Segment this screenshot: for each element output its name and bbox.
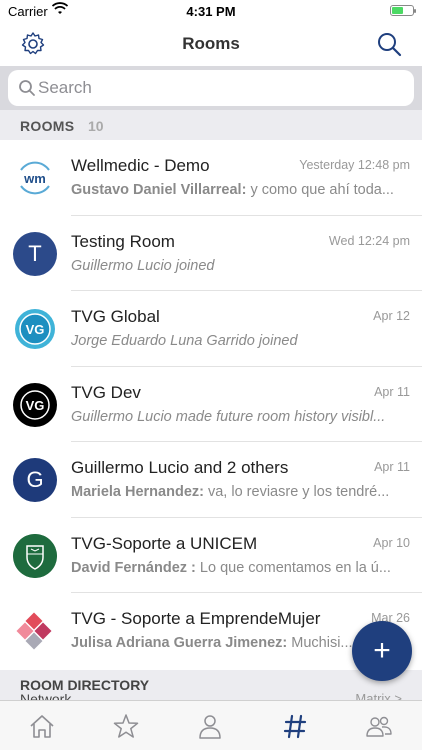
message-text: Muchisi...: [287, 635, 353, 651]
message-sender: Julisa Adriana Guerra Jimenez:: [71, 635, 288, 651]
search-icon[interactable]: [376, 31, 402, 57]
room-last-message: Jorge Eduardo Luna Garrido joined: [71, 333, 298, 349]
tab-bar: [0, 700, 422, 750]
star-icon[interactable]: [111, 711, 141, 741]
room-avatar: G: [13, 458, 57, 502]
rooms-section-header: ROOMS 10: [0, 110, 422, 140]
magnifier-icon: [19, 80, 35, 96]
room-avatar: T: [13, 231, 57, 276]
room-avatar: VG: [13, 382, 57, 427]
room-date: Wed 12:24 pm: [328, 233, 410, 248]
home-icon[interactable]: [27, 711, 57, 741]
hashtag-icon[interactable]: [280, 711, 310, 741]
room-name: Testing Room: [71, 231, 175, 251]
room-avatar: [13, 609, 57, 653]
room-avatar: wm: [13, 156, 57, 200]
message-text: y como que ahí toda...: [246, 182, 394, 198]
clock: 4:31 PM: [186, 4, 236, 19]
section-label: ROOMS: [20, 118, 75, 134]
room-date: Apr 11: [374, 384, 410, 399]
room-list: wm Wellmedic - Demo Yesterday 12:48 pm G…: [0, 140, 422, 670]
create-room-button[interactable]: +: [352, 621, 412, 681]
room-name: TVG Dev: [71, 382, 141, 402]
emprendemujer-logo-icon: [16, 612, 52, 650]
person-icon[interactable]: [195, 711, 225, 741]
search-bar: [8, 70, 414, 106]
unicem-shield-icon: [13, 533, 57, 578]
message-sender: David Fernández :: [71, 559, 196, 576]
room-last-message: Guillermo Lucio joined: [71, 257, 215, 274]
room-date: Yesterday 12:48 pm: [299, 158, 410, 172]
network-label: Network: [20, 691, 72, 700]
svg-text:VG: VG: [26, 398, 45, 413]
room-name: TVG Global: [71, 307, 160, 326]
wellmedic-logo-icon: wm: [20, 161, 50, 195]
room-row-guillermo-lucio[interactable]: G Guillermo Lucio and 2 others Apr 11 Ma…: [0, 442, 422, 518]
room-row-tvg-global[interactable]: VG TVG Global Apr 12 Jorge Eduardo Luna …: [0, 291, 422, 367]
avatar-letter: T: [28, 240, 42, 266]
room-last-message: Guillermo Lucio made future room history…: [71, 408, 386, 425]
room-name: Guillermo Lucio and 2 others: [71, 458, 289, 477]
message-sender: Gustavo Daniel Villarreal:: [71, 182, 247, 198]
navigation-bar: Rooms: [0, 22, 422, 66]
tvg-global-logo-icon: VG: [15, 309, 55, 349]
room-name: TVG-Soporte a UNICEM: [71, 533, 258, 553]
room-last-message: Mariela Hernandez: va, lo reviasre y los…: [71, 484, 411, 500]
room-date: Apr 11: [374, 460, 410, 474]
group-icon[interactable]: [364, 711, 394, 741]
room-row-wellmedic[interactable]: wm Wellmedic - Demo Yesterday 12:48 pm G…: [0, 140, 422, 216]
avatar-letter: G: [26, 467, 44, 492]
search-bar-container: [0, 66, 422, 110]
room-name: Wellmedic - Demo: [71, 156, 210, 175]
battery-icon: [390, 5, 416, 16]
room-avatar: [13, 533, 57, 578]
room-name: TVG - Soporte a EmprendeMujer: [71, 609, 321, 628]
room-last-message: Gustavo Daniel Villarreal: y como que ah…: [71, 182, 411, 198]
room-last-message: David Fernández : Lo que comentamos en l…: [71, 560, 411, 576]
network-value: Matrix >: [355, 691, 402, 700]
svg-text:VG: VG: [26, 322, 45, 337]
room-avatar: VG: [13, 307, 57, 351]
room-date: Apr 10: [373, 535, 410, 550]
status-bar: Carrier 4:31 PM: [0, 0, 422, 22]
search-input[interactable]: [38, 70, 398, 106]
room-row-testing[interactable]: T Testing Room Wed 12:24 pm Guillermo Lu…: [0, 216, 422, 291]
room-date: Apr 12: [373, 309, 410, 323]
plus-icon: +: [373, 634, 391, 667]
page-title: Rooms: [182, 34, 240, 53]
message-text: Lo que comentamos en la ú...: [195, 559, 391, 576]
svg-text:wm: wm: [23, 171, 46, 186]
section-count: 10: [88, 118, 104, 134]
room-row-tvg-dev[interactable]: VG TVG Dev Apr 11 Guillermo Lucio made f…: [0, 367, 422, 442]
message-text: va, lo reviasre y los tendré...: [203, 484, 390, 500]
room-row-unicem[interactable]: TVG-Soporte a UNICEM Apr 10 David Fernán…: [0, 518, 422, 593]
tvg-dev-logo-icon: VG: [14, 383, 56, 426]
message-sender: Mariela Hernandez:: [71, 484, 204, 500]
